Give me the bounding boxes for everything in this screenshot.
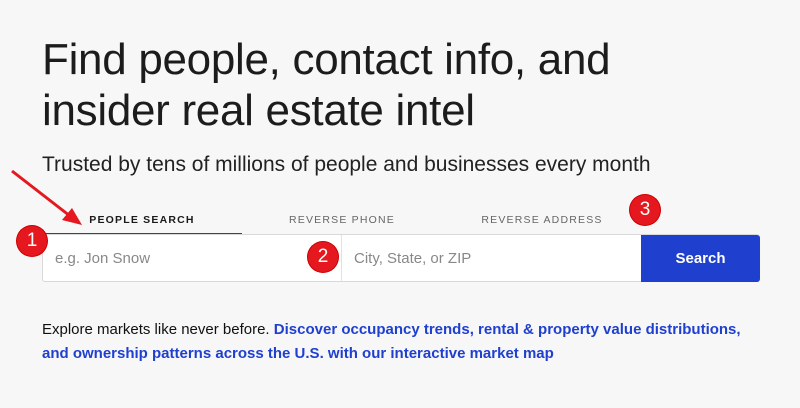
annotation-badge-1: 1 bbox=[17, 226, 47, 256]
annotation-badge-3: 3 bbox=[630, 195, 660, 225]
annotation-arrow-icon bbox=[11, 169, 82, 225]
annotation-badge-2: 2 bbox=[308, 242, 338, 272]
